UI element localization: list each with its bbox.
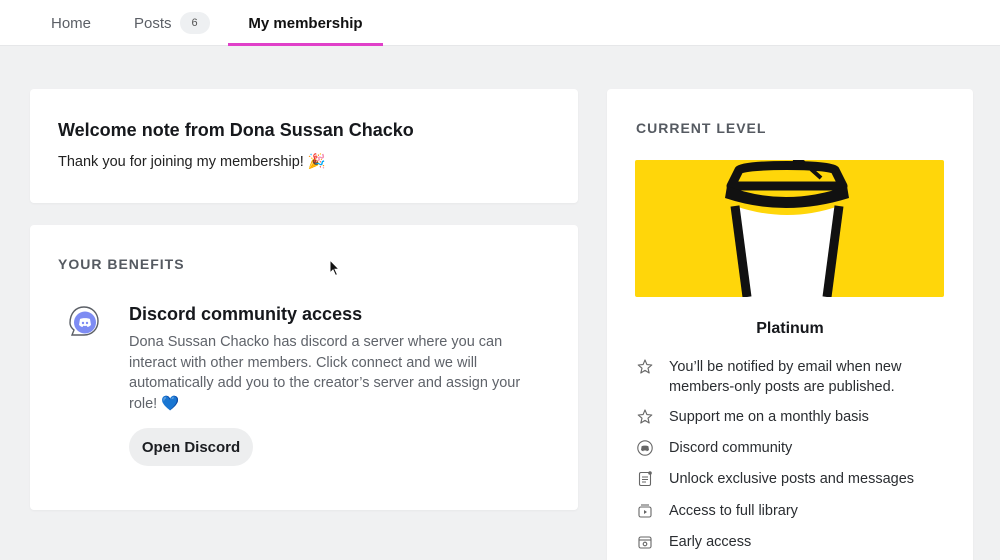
- current-level-heading: CURRENT LEVEL: [636, 120, 767, 136]
- perk-item: You’ll be notified by email when new mem…: [636, 357, 946, 397]
- welcome-note-body: Thank you for joining my membership! 🎉: [58, 154, 326, 170]
- top-nav: Home Posts 6 My membership: [0, 0, 1000, 46]
- active-tab-indicator: [228, 43, 383, 46]
- perk-text: Support me on a monthly basis: [669, 409, 869, 425]
- discord-icon: [637, 440, 653, 456]
- perk-text: Unlock exclusive posts and messages: [669, 471, 915, 487]
- early-access-icon: [638, 536, 652, 549]
- tab-my-membership-label: My membership: [248, 14, 363, 32]
- mouse-pointer-icon: [329, 259, 341, 277]
- benefits-card: YOUR BENEFITS Discord community access D…: [30, 225, 578, 510]
- star-icon: [637, 409, 653, 424]
- discord-chat-icon: [66, 303, 100, 337]
- perk-item: Early access: [636, 532, 946, 552]
- welcome-note-card: Welcome note from Dona Sussan Chacko Tha…: [30, 89, 578, 203]
- tab-posts-label: Posts: [134, 14, 172, 32]
- tab-my-membership[interactable]: My membership: [228, 0, 383, 46]
- open-discord-button[interactable]: Open Discord: [129, 428, 253, 466]
- posts-count-badge: 6: [179, 12, 210, 34]
- tab-home[interactable]: Home: [51, 0, 91, 46]
- perk-text: You’ll be notified by email when new mem…: [669, 359, 902, 395]
- star-icon: [637, 359, 653, 374]
- welcome-note-title: Welcome note from Dona Sussan Chacko: [58, 120, 414, 140]
- tab-posts[interactable]: Posts 6: [134, 0, 210, 46]
- perk-item: Unlock exclusive posts and messages: [636, 469, 946, 489]
- library-icon: [638, 504, 652, 518]
- perk-item: Support me on a monthly basis: [636, 407, 946, 427]
- perk-text: Early access: [669, 534, 752, 550]
- current-level-card: CURRENT LEVEL Platinum You’ll be notifie…: [607, 89, 973, 560]
- benefits-heading: YOUR BENEFITS: [58, 256, 185, 272]
- tier-name: Platinum: [756, 320, 824, 337]
- perk-text: Discord community: [669, 440, 793, 456]
- perk-item: Discord community: [636, 438, 946, 458]
- perk-text: Access to full library: [669, 503, 798, 519]
- tier-cup-illustration: [635, 160, 944, 297]
- benefit-title: Discord community access: [129, 304, 363, 324]
- perk-item: Access to full library: [636, 501, 946, 521]
- tab-home-label: Home: [51, 14, 92, 32]
- document-icon: [638, 471, 652, 487]
- benefit-description: Dona Sussan Chacko has discord a server …: [129, 334, 521, 412]
